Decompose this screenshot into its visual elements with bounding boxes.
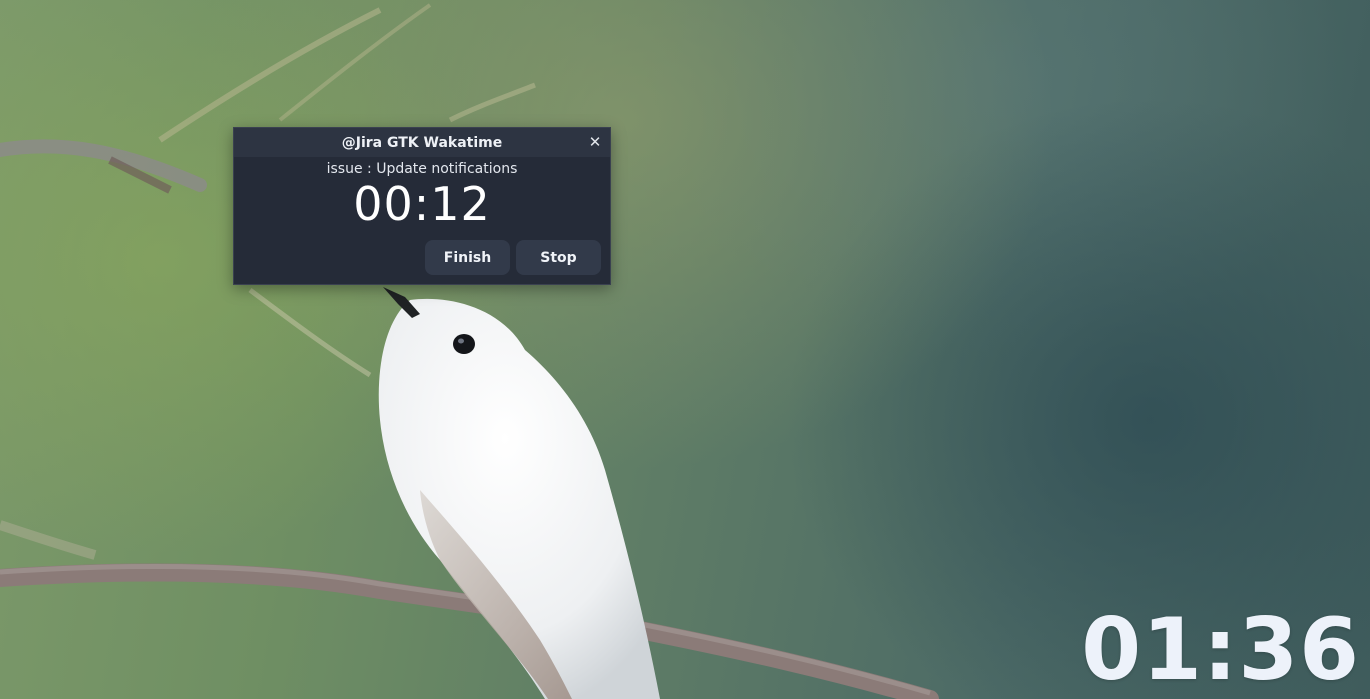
elapsed-timer: 00:12: [353, 177, 491, 231]
finish-button[interactable]: Finish: [425, 240, 510, 275]
close-icon[interactable]: ✕: [586, 133, 604, 151]
timer-window: @Jira GTK Wakatime ✕ issue : Update noti…: [233, 127, 611, 285]
issue-label: issue : Update notifications: [326, 161, 518, 177]
desktop: @Jira GTK Wakatime ✕ issue : Update noti…: [0, 0, 1370, 699]
stop-button[interactable]: Stop: [516, 240, 601, 275]
window-titlebar[interactable]: @Jira GTK Wakatime ✕: [234, 128, 610, 157]
window-title: @Jira GTK Wakatime: [341, 134, 503, 151]
wallpaper-image: [0, 3, 939, 699]
action-buttons: Finish Stop: [425, 240, 601, 275]
desktop-clock: 01:36: [1081, 600, 1360, 699]
